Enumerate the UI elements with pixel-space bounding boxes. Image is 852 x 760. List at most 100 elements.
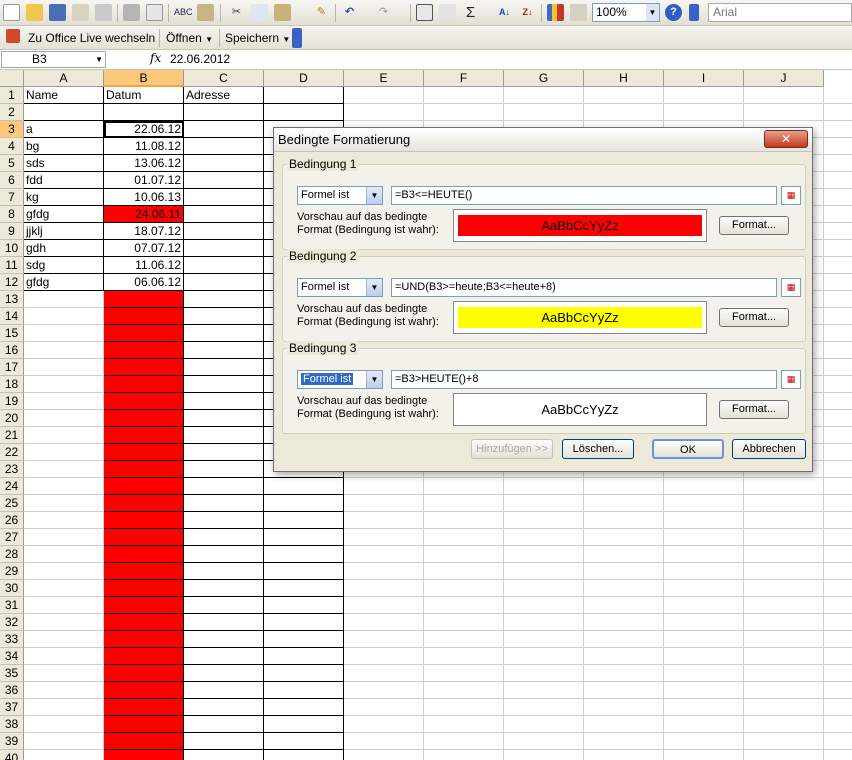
cell[interactable]	[184, 172, 264, 189]
date-cell[interactable]	[104, 529, 184, 546]
cell[interactable]	[24, 580, 104, 597]
cell[interactable]	[264, 495, 344, 512]
cell[interactable]	[24, 512, 104, 529]
condition-formula-input[interactable]: =UND(B3>=heute;B3<=heute+8)	[391, 278, 777, 297]
row-header[interactable]: 31	[0, 597, 24, 614]
date-cell[interactable]: 13.06.12	[104, 155, 184, 172]
format-painter-icon[interactable]: ✎	[313, 4, 330, 21]
cell[interactable]	[184, 291, 264, 308]
cell[interactable]	[184, 529, 264, 546]
date-cell[interactable]	[104, 461, 184, 478]
row-header[interactable]: 10	[0, 240, 24, 257]
date-cell[interactable]	[104, 376, 184, 393]
cell[interactable]	[264, 631, 344, 648]
header-cell-name[interactable]: Name	[24, 87, 104, 104]
date-cell[interactable]	[104, 682, 184, 699]
save-menu-button[interactable]: Speichern ▼	[221, 29, 294, 47]
cell[interactable]	[184, 750, 264, 760]
cell[interactable]	[184, 155, 264, 172]
date-cell[interactable]: 07.07.12	[104, 240, 184, 257]
toolbar-options-icon[interactable]	[689, 4, 699, 21]
condition-formula-input[interactable]: =B3>HEUTE()+8	[391, 370, 777, 389]
header-cell-address[interactable]: Adresse	[184, 87, 264, 104]
condition-type-select[interactable]: Formel ist ▼	[297, 278, 383, 297]
name-cell[interactable]: sdg	[24, 257, 104, 274]
date-cell[interactable]	[104, 563, 184, 580]
row-header[interactable]: 4	[0, 138, 24, 155]
cell[interactable]	[104, 104, 184, 121]
chevron-down-icon[interactable]: ▼	[366, 371, 382, 388]
cell[interactable]	[24, 665, 104, 682]
zoom-select[interactable]: 100% ▼	[592, 3, 660, 22]
cell[interactable]	[24, 546, 104, 563]
sort-descending-icon[interactable]: Z↓	[519, 4, 536, 21]
cell[interactable]	[24, 104, 104, 121]
row-header[interactable]: 29	[0, 563, 24, 580]
column-header-g[interactable]: G	[504, 70, 584, 87]
cell[interactable]	[184, 580, 264, 597]
row-header[interactable]: 20	[0, 410, 24, 427]
cell[interactable]	[24, 376, 104, 393]
row-header[interactable]: 17	[0, 359, 24, 376]
ok-button[interactable]: OK	[652, 439, 724, 459]
row-header[interactable]: 40	[0, 750, 24, 760]
date-cell[interactable]	[104, 716, 184, 733]
add-button[interactable]: Hinzufügen >>	[471, 439, 553, 459]
cell[interactable]	[184, 393, 264, 410]
cell[interactable]	[24, 733, 104, 750]
date-cell[interactable]	[104, 495, 184, 512]
name-cell[interactable]: jjklj	[24, 223, 104, 240]
date-cell[interactable]: 01.07.12	[104, 172, 184, 189]
cell[interactable]	[24, 478, 104, 495]
cell[interactable]	[24, 597, 104, 614]
name-cell[interactable]: gdh	[24, 240, 104, 257]
cell[interactable]	[184, 546, 264, 563]
cell[interactable]	[184, 240, 264, 257]
date-cell[interactable]	[104, 631, 184, 648]
cell[interactable]	[184, 308, 264, 325]
cell[interactable]	[24, 750, 104, 760]
new-document-icon[interactable]	[3, 4, 20, 21]
cell[interactable]	[24, 699, 104, 716]
cell[interactable]	[184, 325, 264, 342]
row-header[interactable]: 11	[0, 257, 24, 274]
column-header-j[interactable]: J	[744, 70, 824, 87]
row-header[interactable]: 37	[0, 699, 24, 716]
cell[interactable]	[184, 223, 264, 240]
cell[interactable]	[24, 716, 104, 733]
date-cell[interactable]: 11.06.12	[104, 257, 184, 274]
cell[interactable]	[184, 631, 264, 648]
date-cell[interactable]: 06.06.12	[104, 274, 184, 291]
row-header[interactable]: 13	[0, 291, 24, 308]
row-header[interactable]: 9	[0, 223, 24, 240]
cell[interactable]	[264, 665, 344, 682]
cell[interactable]	[24, 427, 104, 444]
function-icon[interactable]: fx	[150, 51, 161, 65]
row-header[interactable]: 22	[0, 444, 24, 461]
chart-wizard-icon[interactable]	[547, 4, 564, 21]
date-cell[interactable]	[104, 580, 184, 597]
print-preview-icon[interactable]	[146, 4, 163, 21]
row-header[interactable]: 19	[0, 393, 24, 410]
row-header[interactable]: 5	[0, 155, 24, 172]
help-icon[interactable]: ?	[665, 4, 682, 21]
row-header[interactable]: 24	[0, 478, 24, 495]
cell[interactable]	[184, 444, 264, 461]
cell[interactable]	[184, 495, 264, 512]
date-cell[interactable]	[104, 410, 184, 427]
cell[interactable]	[264, 563, 344, 580]
date-cell[interactable]	[104, 308, 184, 325]
row-header[interactable]: 35	[0, 665, 24, 682]
row-header[interactable]: 18	[0, 376, 24, 393]
cell[interactable]	[24, 359, 104, 376]
column-header-h[interactable]: H	[584, 70, 664, 87]
row-header[interactable]: 32	[0, 614, 24, 631]
cell[interactable]	[184, 121, 264, 138]
cell[interactable]	[264, 648, 344, 665]
column-header-a[interactable]: A	[24, 70, 104, 87]
date-cell[interactable]	[104, 648, 184, 665]
drawing-icon[interactable]	[570, 4, 587, 21]
row-header[interactable]: 27	[0, 529, 24, 546]
cell[interactable]	[24, 461, 104, 478]
cell[interactable]	[184, 376, 264, 393]
